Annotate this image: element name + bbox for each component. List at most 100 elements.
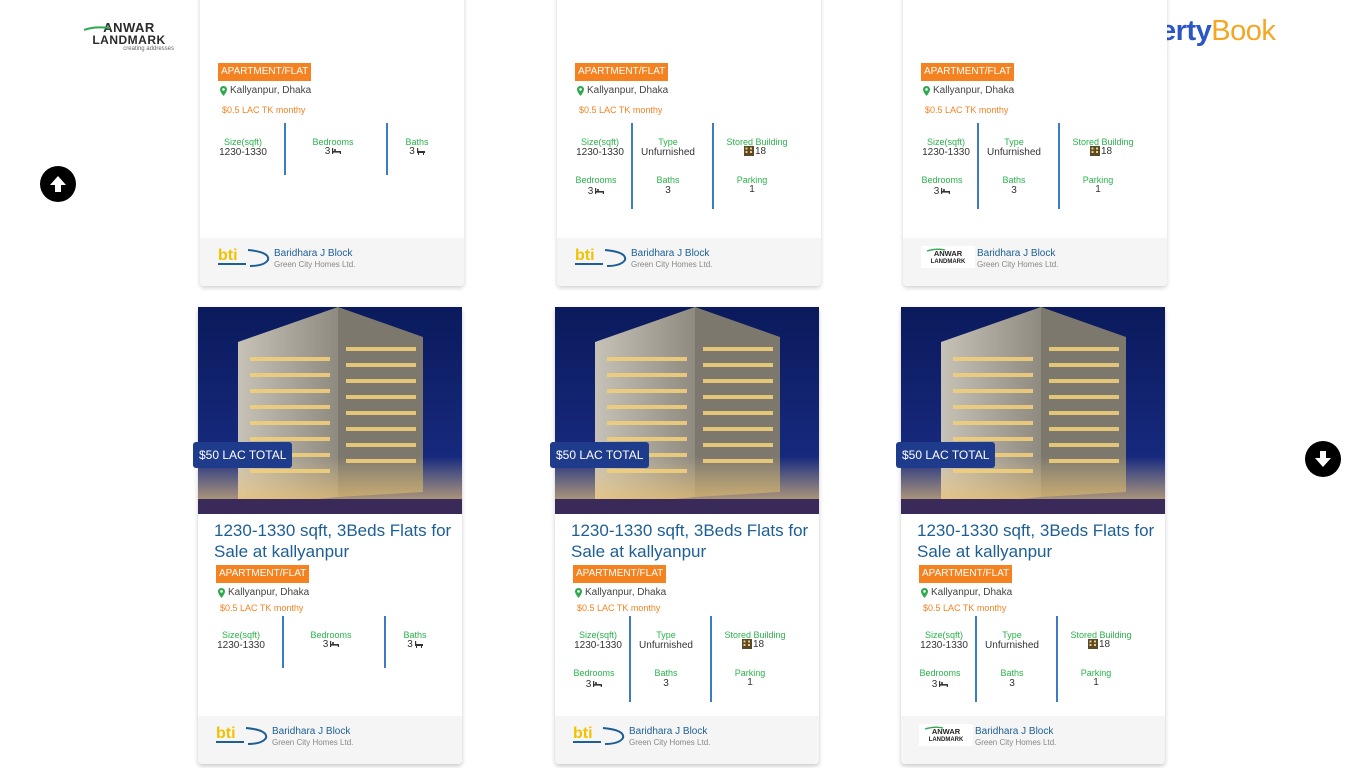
bed-icon bbox=[941, 188, 951, 195]
total-price-tag: $50 LAC TOTAL bbox=[193, 442, 293, 468]
bed-icon bbox=[332, 148, 342, 155]
stored-building-value: 18 bbox=[1066, 146, 1136, 157]
developer-logo: ANWAR LANDMARK bbox=[921, 246, 975, 268]
size-label: Size(sqft) bbox=[223, 137, 262, 147]
bti-logo-icon: bti bbox=[573, 725, 625, 745]
developer-name: Green City Homes Ltd. bbox=[272, 738, 354, 747]
card-footer[interactable]: bti Baridhara J Block Green City Homes L… bbox=[198, 716, 462, 764]
spec-divider bbox=[284, 123, 286, 175]
total-price-tag: $50 LAC TOTAL bbox=[550, 442, 650, 468]
location: Kallyanpur, Dhaka bbox=[577, 85, 668, 96]
property-card[interactable]: APARTMENT/FLAT Kallyanpur, Dhaka $0.5 LA… bbox=[903, 0, 1167, 286]
property-photo[interactable] bbox=[901, 307, 1165, 514]
type-label: Type bbox=[1004, 137, 1024, 147]
bed-icon bbox=[939, 681, 949, 688]
arrow-down-icon bbox=[1315, 451, 1331, 467]
developer-name: Green City Homes Ltd. bbox=[977, 260, 1059, 269]
parking-value: 1 bbox=[747, 677, 753, 688]
property-title[interactable]: 1230-1330 sqft, 3Beds Flats for Sale at … bbox=[214, 520, 454, 562]
baths-value: 3 bbox=[663, 678, 669, 689]
type-label: Type bbox=[1002, 630, 1022, 640]
property-card[interactable]: $50 LAC TOTAL 1230-1330 sqft, 3Beds Flat… bbox=[550, 307, 819, 764]
baths-value: 3 bbox=[380, 639, 450, 650]
bti-logo-icon: bti bbox=[216, 725, 268, 745]
size-label: Size(sqft) bbox=[578, 630, 617, 640]
property-title[interactable]: 1230-1330 sqft, 3Beds Flats for Sale at … bbox=[571, 520, 811, 562]
svg-text:bti: bti bbox=[573, 725, 593, 742]
bti-logo-icon: bti bbox=[218, 247, 270, 267]
type-value: Unfurnished bbox=[639, 640, 693, 651]
size-value: 1230-1330 bbox=[576, 147, 624, 158]
baths-value: 3 bbox=[1009, 678, 1015, 689]
rent-price: $0.5 LAC TK monthy bbox=[220, 603, 304, 613]
svg-text:LANDMARK: LANDMARK bbox=[929, 737, 964, 743]
size-label: Size(sqft) bbox=[926, 137, 965, 147]
property-title[interactable]: 1230-1330 sqft, 3Beds Flats for Sale at … bbox=[917, 520, 1157, 562]
project-name: Baridhara J Block bbox=[274, 248, 353, 259]
developer-logo: bti bbox=[573, 724, 627, 746]
project-name: Baridhara J Block bbox=[272, 726, 351, 737]
location: Kallyanpur, Dhaka bbox=[575, 587, 666, 598]
stored-building-value: 18 bbox=[1064, 639, 1134, 650]
svg-text:bti: bti bbox=[216, 725, 236, 742]
type-value: Unfurnished bbox=[641, 147, 695, 158]
scroll-down-button[interactable] bbox=[1305, 441, 1341, 477]
size-label: Size(sqft) bbox=[221, 630, 260, 640]
bathtub-icon bbox=[416, 147, 425, 155]
bedrooms-label: Bedrooms bbox=[921, 175, 963, 185]
size-label: Size(sqft) bbox=[924, 630, 963, 640]
rent-price: $0.5 LAC TK monthy bbox=[579, 105, 663, 115]
card-footer[interactable]: ANWAR LANDMARK Baridhara J Block Green C… bbox=[903, 238, 1167, 286]
stored-building-value: 18 bbox=[718, 639, 788, 650]
building-icon bbox=[1087, 639, 1098, 650]
anwar-landmark-logo[interactable]: ANWAR LANDMARK creating addresses bbox=[84, 21, 174, 54]
listing-page: ANWAR LANDMARK creating addresses B Prop… bbox=[0, 0, 1366, 768]
card-footer[interactable]: bti Baridhara J Block Green City Homes L… bbox=[557, 238, 821, 286]
svg-text:LANDMARK: LANDMARK bbox=[931, 259, 966, 265]
spec-divider bbox=[975, 616, 977, 702]
developer-name: Green City Homes Ltd. bbox=[274, 260, 356, 269]
bedrooms-value: 3 bbox=[907, 186, 977, 197]
svg-text:bti: bti bbox=[218, 247, 238, 264]
project-name: Baridhara J Block bbox=[629, 726, 708, 737]
property-type-badge: APARTMENT/FLAT bbox=[573, 565, 666, 583]
location: Kallyanpur, Dhaka bbox=[220, 85, 311, 96]
property-photo[interactable] bbox=[198, 307, 462, 514]
baths-label: Baths bbox=[654, 668, 678, 678]
bed-icon bbox=[593, 681, 603, 688]
baths-value: 3 bbox=[665, 185, 671, 196]
property-photo[interactable] bbox=[555, 307, 819, 514]
bedrooms-label: Bedrooms bbox=[575, 175, 617, 185]
svg-text:bti: bti bbox=[575, 247, 595, 264]
property-card[interactable]: APARTMENT/FLAT Kallyanpur, Dhaka $0.5 LA… bbox=[557, 0, 821, 286]
location: Kallyanpur, Dhaka bbox=[921, 587, 1012, 598]
property-card[interactable]: APARTMENT/FLAT Kallyanpur, Dhaka $0.5 LA… bbox=[200, 0, 464, 286]
developer-logo: bti bbox=[218, 246, 272, 268]
map-pin-icon bbox=[575, 587, 582, 598]
map-pin-icon bbox=[577, 85, 584, 96]
size-value: 1230-1330 bbox=[217, 640, 265, 651]
scroll-up-button[interactable] bbox=[40, 166, 76, 202]
type-value: Unfurnished bbox=[985, 640, 1039, 651]
type-label: Type bbox=[656, 630, 676, 640]
card-footer[interactable]: bti Baridhara J Block Green City Homes L… bbox=[200, 238, 464, 286]
svg-text:ANWAR: ANWAR bbox=[934, 249, 963, 258]
spec-divider bbox=[1058, 123, 1060, 209]
card-footer[interactable]: ANWAR LANDMARK Baridhara J Block Green C… bbox=[901, 716, 1165, 764]
location: Kallyanpur, Dhaka bbox=[923, 85, 1014, 96]
svg-text:ANWAR: ANWAR bbox=[932, 727, 961, 736]
baths-label: Baths bbox=[1000, 668, 1024, 678]
spec-divider bbox=[282, 616, 284, 668]
card-footer[interactable]: bti Baridhara J Block Green City Homes L… bbox=[555, 716, 819, 764]
property-card[interactable]: $50 LAC TOTAL 1230-1330 sqft, 3Beds Flat… bbox=[193, 307, 462, 764]
bti-logo-icon: bti bbox=[575, 247, 627, 267]
parking-value: 1 bbox=[749, 184, 755, 195]
project-name: Baridhara J Block bbox=[631, 248, 710, 259]
anwar-landmark-footer-logo-icon: ANWAR LANDMARK bbox=[921, 246, 975, 268]
property-card[interactable]: $50 LAC TOTAL 1230-1330 sqft, 3Beds Flat… bbox=[896, 307, 1165, 764]
property-type-badge: APARTMENT/FLAT bbox=[575, 63, 668, 81]
rent-price: $0.5 LAC TK monthy bbox=[925, 105, 1009, 115]
baths-label: Baths bbox=[656, 175, 680, 185]
developer-name: Green City Homes Ltd. bbox=[975, 738, 1057, 747]
bed-icon bbox=[595, 188, 605, 195]
